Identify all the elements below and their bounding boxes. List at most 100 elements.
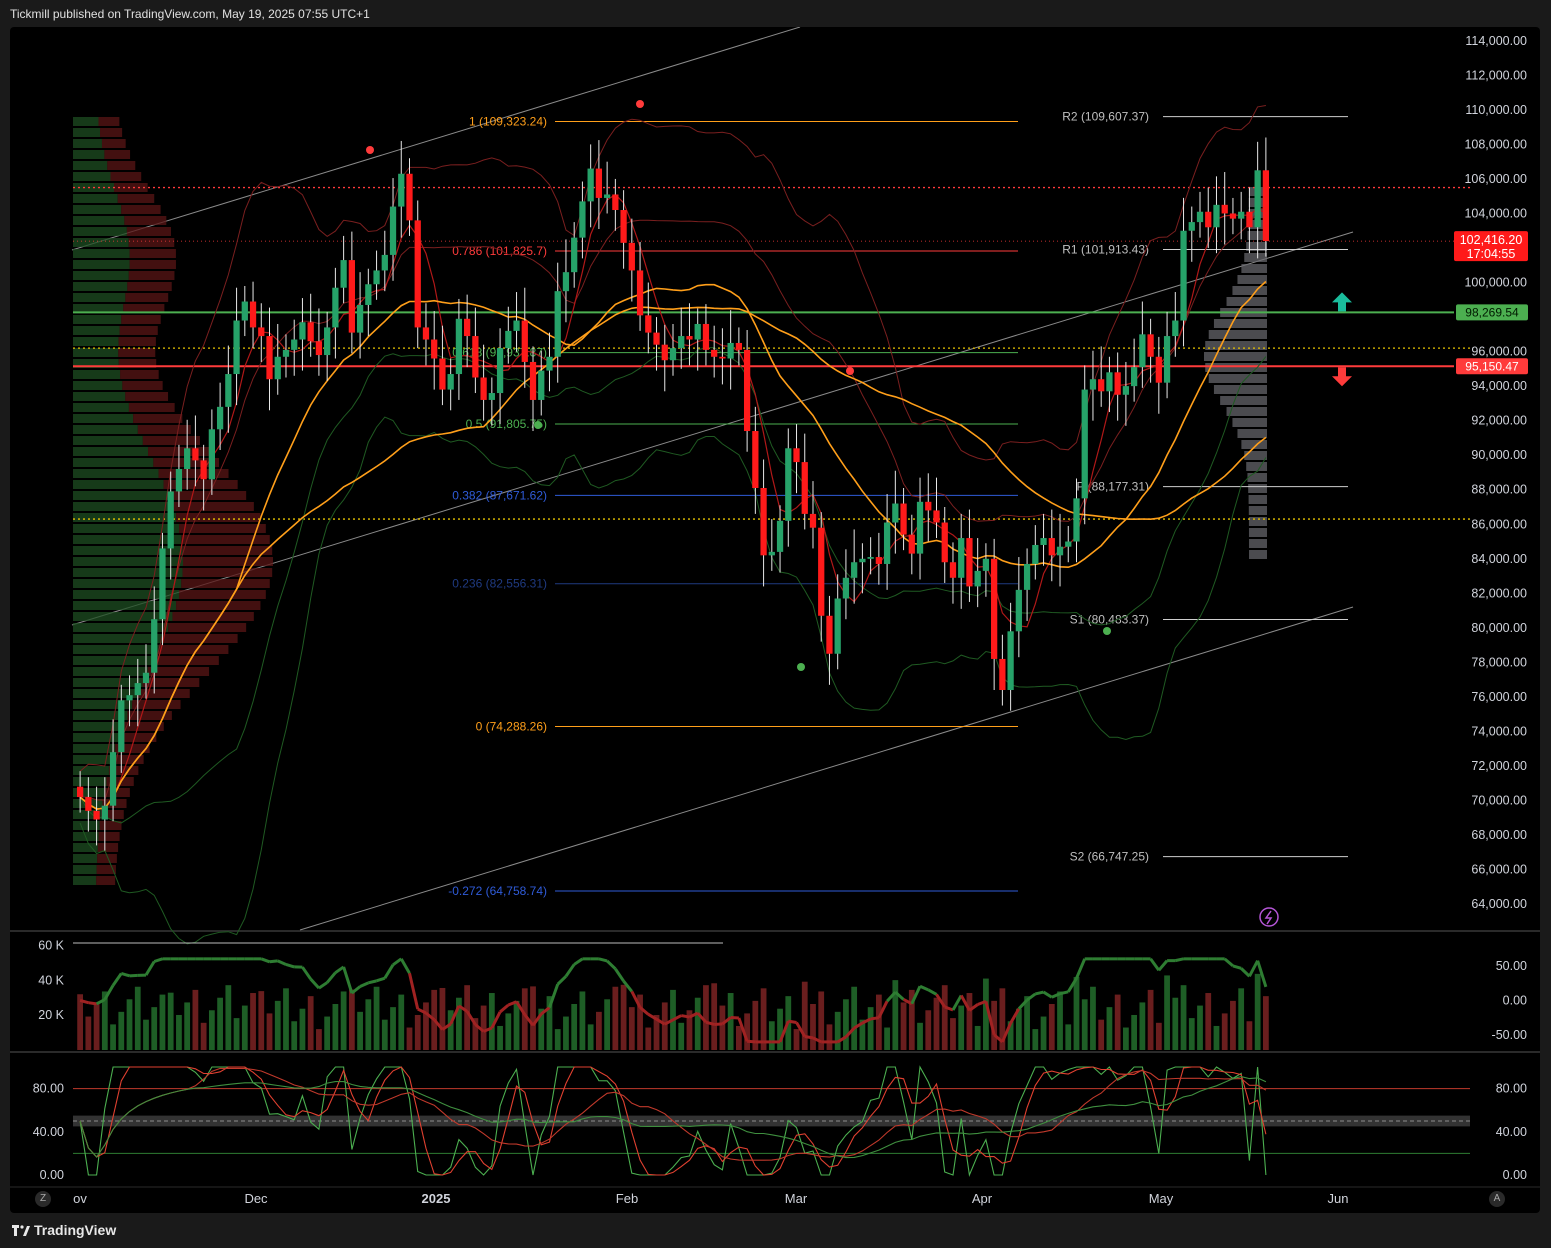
candle-body (1032, 544, 1039, 564)
candle-body (521, 320, 528, 362)
candle-body (776, 520, 784, 552)
volume-bar (176, 1014, 182, 1050)
volume-bar (266, 1013, 273, 1050)
candle-body (1213, 204, 1220, 228)
log-scale-button[interactable]: Z (35, 1191, 51, 1207)
volume-profile-bar (73, 139, 102, 148)
volume-bar (1081, 999, 1088, 1050)
volume-profile-bar (1248, 484, 1267, 493)
volume-bar (1040, 1016, 1047, 1050)
volume-profile-bar (142, 436, 200, 445)
chart-svg[interactable]: 114,000.00 112,000.00 110,000.00 108,000.00… (10, 26, 1540, 1213)
volume-profile-bar (1248, 550, 1267, 559)
volume-profile-bar (73, 227, 127, 236)
candle-body (1122, 386, 1130, 395)
volume-bar (1123, 1027, 1129, 1050)
tradingview-logo[interactable]: TradingView (12, 1222, 116, 1238)
candle-body (760, 487, 767, 556)
volume-profile-bar (176, 513, 261, 522)
volume-profile-bar (128, 238, 175, 247)
volume-bar (398, 994, 405, 1050)
candle-body (258, 327, 265, 337)
candle-body (925, 501, 932, 511)
tradingview-logo-icon (12, 1224, 30, 1236)
candle-body (151, 619, 158, 673)
volume-bar (604, 999, 611, 1050)
y-axis-tick: 114,000.00 (1465, 34, 1527, 48)
volume-profile-bar (73, 722, 123, 731)
candle-body (933, 510, 940, 523)
candle-body (282, 349, 290, 357)
candle-body (991, 558, 998, 659)
lightning-icon (1259, 907, 1279, 927)
volume-bar (1263, 996, 1269, 1050)
volume-bar (118, 1011, 125, 1050)
oscillator-line (1034, 990, 1044, 996)
candle-body (1155, 356, 1162, 383)
candle-body (529, 361, 537, 400)
lightning-icon (1264, 910, 1273, 925)
volume-bar (192, 989, 199, 1050)
volume-bar (612, 986, 619, 1050)
volume-profile-bar (73, 612, 173, 621)
volume-profile-bar (1208, 374, 1267, 383)
auto-scale-button[interactable]: A (1489, 1191, 1505, 1207)
volume-bar (892, 980, 899, 1050)
volume-profile-bar (73, 381, 123, 390)
oscillator-line (153, 957, 163, 963)
volume-profile-bar (121, 315, 161, 324)
volume-bar (777, 1008, 783, 1050)
volume-profile-bar (153, 656, 219, 665)
volume-profile-bar (96, 876, 116, 885)
candle-body (431, 339, 438, 359)
oscillator-line (1232, 964, 1242, 970)
candle-body (1015, 589, 1022, 632)
oscillator-line (359, 981, 369, 988)
y-axis-tick: 66,000.00 (1471, 863, 1527, 877)
candle-body (595, 168, 603, 198)
volume-profile-bar (73, 546, 183, 555)
candle-body (562, 272, 570, 292)
volume-bar (1246, 1021, 1253, 1050)
candle-body (702, 323, 710, 350)
candle-body (1221, 204, 1228, 214)
volume-profile-bar (98, 117, 120, 126)
volume-profile-bar (1248, 539, 1267, 548)
candle-body (373, 270, 380, 285)
candle-body (472, 336, 479, 378)
oscillator-line (399, 958, 411, 975)
candle-body (1262, 170, 1270, 242)
volume-profile-bar (1226, 407, 1267, 416)
signal-dot (797, 663, 805, 671)
volume-profile-bar (181, 535, 270, 544)
volume-profile-bar (98, 832, 120, 841)
volume-profile-bar (119, 326, 158, 335)
candle-body (916, 501, 924, 554)
fast-ma-line (79, 193, 1267, 810)
candle-body (324, 327, 331, 356)
x-axis-label: Dec (244, 1191, 268, 1206)
candle-body (743, 349, 751, 432)
volume-bar (678, 1022, 685, 1050)
volume-profile-bar (73, 469, 159, 478)
chart-area[interactable]: 114,000.00 112,000.00 110,000.00 108,000.00… (10, 26, 1540, 1213)
stoch-slow-line (79, 1067, 1267, 1161)
volume-bar (340, 991, 347, 1050)
candle-body (1056, 546, 1064, 556)
oscillator-line (1223, 957, 1234, 968)
candle-body (422, 327, 430, 340)
signal-dot (534, 421, 542, 429)
fib-level-label: -0.272 (64,758.74) (448, 884, 547, 898)
candle-body (93, 810, 100, 820)
volume-bar (834, 1011, 841, 1050)
volume-bar (200, 1022, 207, 1050)
volume-bar (505, 1013, 512, 1050)
oscillator-line (788, 1019, 797, 1025)
candle-body (109, 752, 117, 806)
y-axis-tick: 70,000.00 (1471, 794, 1527, 808)
candle-body (455, 318, 463, 375)
fib-level-label: 1 (109,323.24) (469, 115, 547, 129)
volume-profile-bar (73, 370, 121, 379)
volume-profile-bar (73, 249, 130, 258)
candle-body (233, 320, 240, 375)
